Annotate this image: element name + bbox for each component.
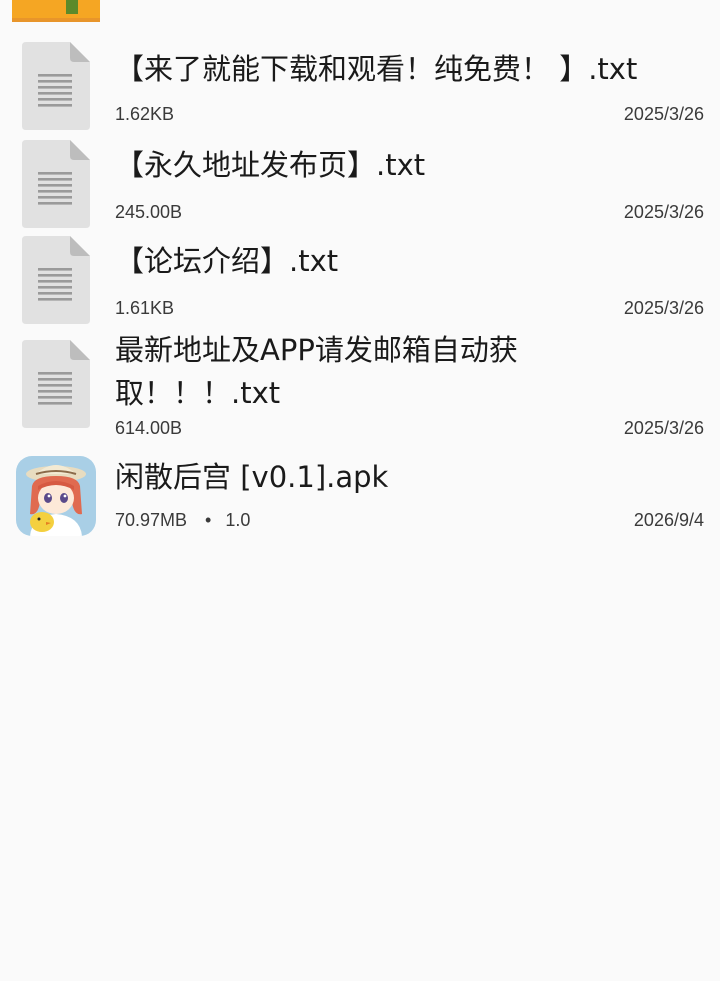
file-date: 2025/3/26	[623, 202, 704, 222]
file-size: 70.97MB	[115, 510, 188, 530]
text-file-icon	[22, 340, 90, 428]
file-row[interactable]: 【来了就能下载和观看！纯免费！ 】.txt 1.62KB 2025/3/26	[0, 38, 720, 136]
file-size: 1.61KB	[115, 298, 175, 318]
file-date: 2025/3/26	[623, 104, 704, 124]
file-size: 245.00B	[115, 202, 183, 222]
file-row[interactable]: 【永久地址发布页】.txt 245.00B 2025/3/26	[0, 136, 720, 234]
file-size: 614.00B	[115, 418, 183, 438]
text-file-icon	[22, 140, 90, 228]
file-name: 最新地址及APP请发邮箱自动获取！！！.txt	[115, 333, 518, 410]
file-name: 闲散后宫 [v0.1].apk	[115, 460, 389, 494]
meta-separator: •	[205, 510, 212, 530]
file-meta: 70.97MB • 1.0	[115, 510, 250, 531]
file-date: 2025/3/26	[623, 418, 704, 438]
file-date: 2026/9/4	[633, 510, 704, 530]
file-date: 2025/3/26	[623, 298, 704, 318]
text-file-icon	[22, 236, 90, 324]
file-name: 【论坛介绍】.txt	[115, 244, 339, 278]
apk-app-icon	[16, 456, 96, 536]
file-row[interactable]: 【论坛介绍】.txt 1.61KB 2025/3/26	[0, 234, 720, 338]
text-file-icon	[22, 42, 90, 130]
file-row[interactable]: 闲散后宫 [v0.1].apk 70.97MB • 1.0 2026/9/4	[0, 452, 720, 552]
file-list: 【来了就能下载和观看！纯免费！ 】.txt 1.62KB 2025/3/26 【…	[0, 38, 720, 552]
file-size: 1.62KB	[115, 104, 175, 124]
app-version: 1.0	[225, 510, 251, 530]
file-row[interactable]: 最新地址及APP请发邮箱自动获取！！！.txt 614.00B 2025/3/2…	[0, 333, 720, 452]
file-name: 【来了就能下载和观看！纯免费！ 】.txt	[115, 52, 638, 86]
file-name: 【永久地址发布页】.txt	[115, 148, 426, 182]
folder-icon[interactable]	[12, 0, 100, 22]
